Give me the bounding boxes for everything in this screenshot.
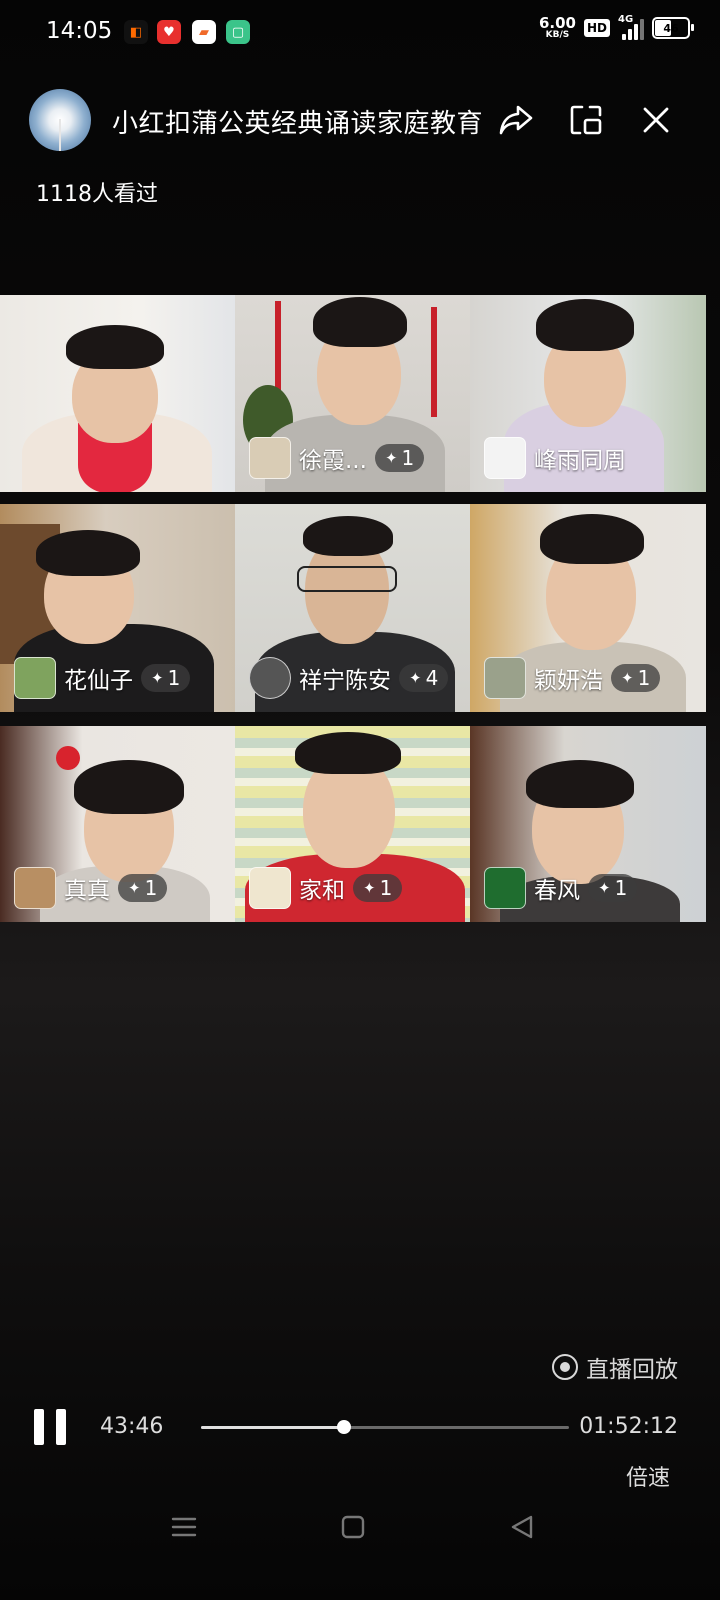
net-speed: 6.00 KB/S <box>538 14 576 40</box>
participant-avatar <box>249 657 291 699</box>
video-tile[interactable]: 花仙子 ✦ 1 <box>0 504 235 712</box>
progress-fill <box>201 1426 344 1429</box>
video-tile[interactable]: 祥宁陈安 ✦ 4 <box>235 504 470 712</box>
sparkle-icon: ✦ <box>384 449 398 467</box>
participant-nameplate: 真真 ✦ 1 <box>14 867 168 909</box>
battery-icon: 46 <box>652 17 694 39</box>
like-badge: ✦ 4 <box>399 664 449 692</box>
like-badge: ✦ 1 <box>588 874 638 902</box>
video-tile[interactable] <box>0 295 235 492</box>
menu-icon[interactable] <box>164 1512 204 1542</box>
participant-nameplate: 祥宁陈安 ✦ 4 <box>249 657 449 699</box>
sparkle-icon: ✦ <box>621 669 634 687</box>
video-grid: 徐霞... ✦ 1 峰雨同周 花仙子 ✦ 1 祥宁陈安 ✦ 4 颖妍浩 ✦ 1 … <box>0 295 706 922</box>
picture-in-picture-icon[interactable] <box>564 98 608 142</box>
participant-avatar <box>14 867 56 909</box>
live-replay-label: 直播回放 <box>552 1350 678 1384</box>
participant-nameplate: 颖妍浩 ✦ 1 <box>484 657 661 699</box>
participant-nameplate: 家和 ✦ 1 <box>249 867 403 909</box>
sparkle-icon: ✦ <box>363 879 376 897</box>
participant-name: 祥宁陈安 <box>299 668 391 694</box>
total-time: 01:52:12 <box>579 1414 678 1439</box>
participant-nameplate: 花仙子 ✦ 1 <box>14 657 191 699</box>
view-count: 1118人看过 <box>36 182 158 207</box>
like-badge: ✦ 1 <box>374 444 425 472</box>
participant-name: 峰雨同周 <box>534 448 626 474</box>
dandelion-avatar-icon[interactable] <box>29 89 91 151</box>
progress-knob[interactable] <box>336 1420 351 1434</box>
participant-avatar <box>484 437 526 479</box>
participant-name: 花仙子 <box>64 668 133 694</box>
participant-nameplate: 峰雨同周 <box>484 437 626 479</box>
like-badge: ✦ 1 <box>611 664 661 692</box>
status-bar: 14:05 ◧ ♥ ▰ ▢ 6.00 KB/S HD 4G 46 <box>0 0 720 64</box>
office-app-icon: ◧ <box>124 20 148 44</box>
battery-level: 46 <box>663 21 679 35</box>
video-tile[interactable]: 家和 ✦ 1 <box>235 726 470 922</box>
sparkle-icon: ✦ <box>409 669 422 687</box>
current-time: 43:46 <box>100 1414 164 1439</box>
nav-bar <box>0 1500 720 1552</box>
hd-badge: HD <box>583 19 610 37</box>
participant-avatar <box>249 437 291 479</box>
back-icon[interactable] <box>502 1512 542 1542</box>
sparkle-icon: ✦ <box>128 879 141 897</box>
video-tile[interactable]: 峰雨同周 <box>470 295 706 492</box>
participant-avatar <box>249 867 291 909</box>
status-time: 14:05 <box>46 18 113 44</box>
participant-nameplate: 徐霞... ✦ 1 <box>249 437 425 479</box>
participant-name: 春风 <box>534 878 580 904</box>
live-title: 小红扣蒲公英经典诵读家庭教育 <box>112 109 484 139</box>
health-app-icon: ♥ <box>157 20 181 44</box>
participant-avatar <box>484 657 526 699</box>
video-tile[interactable]: 春风 ✦ 1 <box>470 726 706 922</box>
video-tile[interactable]: 真真 ✦ 1 <box>0 726 235 922</box>
participant-nameplate: 春风 ✦ 1 <box>484 867 638 909</box>
participant-name: 徐霞... <box>299 448 367 474</box>
participant-avatar <box>484 867 526 909</box>
sparkle-icon: ✦ <box>151 669 164 687</box>
video-tile[interactable]: 颖妍浩 ✦ 1 <box>470 504 706 712</box>
participant-name: 真真 <box>64 878 110 904</box>
share-icon[interactable] <box>494 98 538 142</box>
video-tile[interactable]: 徐霞... ✦ 1 <box>235 295 470 492</box>
like-badge: ✦ 1 <box>141 664 191 692</box>
like-badge: ✦ 1 <box>353 874 403 902</box>
close-icon[interactable] <box>634 98 678 142</box>
chat-app-icon: ▢ <box>226 20 250 44</box>
participant-avatar <box>14 657 56 699</box>
game-app-icon: ▰ <box>192 20 216 44</box>
like-badge: ✦ 1 <box>118 874 168 902</box>
playback-speed-button[interactable]: 倍速 <box>626 1460 670 1492</box>
pause-icon[interactable] <box>34 1409 66 1445</box>
participant-name: 家和 <box>299 878 345 904</box>
sparkle-icon: ✦ <box>598 879 611 897</box>
signal-icon: 4G <box>618 14 644 40</box>
progress-slider[interactable] <box>201 1420 569 1434</box>
home-icon[interactable] <box>333 1512 373 1542</box>
record-icon <box>552 1354 578 1380</box>
participant-name: 颖妍浩 <box>534 668 603 694</box>
